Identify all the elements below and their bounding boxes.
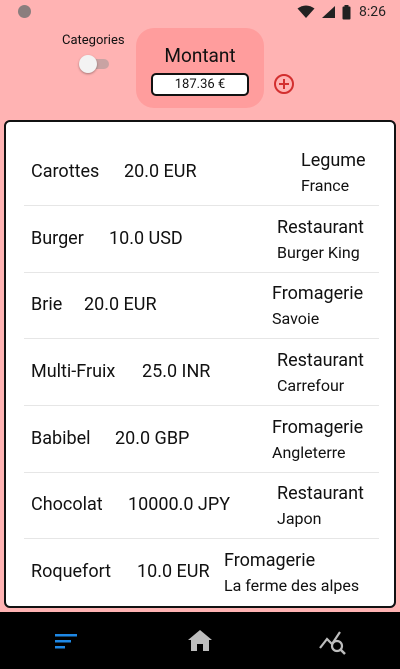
transaction-place: Angleterre <box>272 443 346 462</box>
nav-home-button[interactable] <box>185 626 215 656</box>
transaction-name: Brie <box>31 294 63 315</box>
app-dot-icon <box>18 5 31 18</box>
transaction-place: Carrefour <box>277 376 345 395</box>
transaction-name: Multi-Fruix <box>31 361 116 382</box>
transaction-category: Restaurant <box>277 217 364 238</box>
transaction-name: Roquefort <box>31 561 112 582</box>
chart-search-icon <box>319 631 346 655</box>
transaction-category: Restaurant <box>277 350 364 371</box>
list-item[interactable]: Burger 10.0 USD Restaurant Burger King <box>24 206 379 273</box>
list-item[interactable]: Multi-Fruix 25.0 INR Restaurant Carrefou… <box>24 339 379 406</box>
categories-toggle[interactable] <box>79 54 109 74</box>
transaction-place: Savoie <box>272 309 320 328</box>
transaction-name: Burger <box>31 228 84 249</box>
categories-control: Categories <box>62 33 137 73</box>
montant-title: Montant <box>164 44 236 67</box>
transaction-category: Fromagerie <box>272 283 364 304</box>
plus-circle-icon <box>274 74 294 94</box>
bottom-navigation <box>0 612 400 669</box>
transaction-name: Carottes <box>31 161 100 182</box>
add-button[interactable] <box>273 73 295 95</box>
list-item[interactable]: Brie 20.0 EUR Fromagerie Savoie <box>24 272 379 339</box>
transaction-name: Chocolat <box>31 494 103 515</box>
list-item[interactable]: Babibel 20.0 GBP Fromagerie Angleterre <box>24 406 379 473</box>
transaction-amount: 20.0 EUR <box>84 294 157 315</box>
list-item[interactable]: Carottes 20.0 EUR Legume France <box>24 139 379 206</box>
transactions-list[interactable]: Carottes 20.0 EUR Legume France Burger 1… <box>4 120 396 608</box>
transaction-place: Burger King <box>277 243 360 262</box>
transaction-amount: 10.0 EUR <box>137 561 210 582</box>
list-icon <box>55 634 77 649</box>
categories-label: Categories <box>62 33 125 48</box>
transaction-category: Legume <box>301 150 366 171</box>
transaction-amount: 20.0 GBP <box>115 428 190 449</box>
transaction-place: Japon <box>277 509 322 528</box>
battery-icon <box>342 4 351 19</box>
transaction-category: Restaurant <box>277 483 364 504</box>
wifi-icon <box>297 5 315 18</box>
toggle-thumb <box>79 55 97 73</box>
montant-value: 187.36 € <box>151 73 249 96</box>
signal-icon <box>322 6 335 18</box>
nav-chart-button[interactable] <box>318 626 348 656</box>
transaction-category: Fromagerie <box>272 417 364 438</box>
home-icon <box>188 630 212 651</box>
transaction-amount: 20.0 EUR <box>124 161 197 182</box>
status-time: 8:26 <box>359 4 386 20</box>
status-icons: 8:26 <box>297 2 386 22</box>
transaction-amount: 25.0 INR <box>142 361 211 382</box>
transaction-amount: 10000.0 JPY <box>128 494 231 515</box>
status-bar: 8:26 <box>0 0 400 24</box>
list-item[interactable]: Roquefort 10.0 EUR Fromagerie La ferme d… <box>24 539 379 605</box>
list-item[interactable]: Chocolat 10000.0 JPY Restaurant Japon <box>24 472 379 539</box>
transaction-category: Fromagerie <box>224 550 316 571</box>
transaction-name: Babibel <box>31 428 91 449</box>
nav-list-button[interactable] <box>52 626 82 656</box>
transaction-place: La ferme des alpes <box>224 576 360 595</box>
montant-card: Montant 187.36 € <box>136 28 264 108</box>
transaction-amount: 10.0 USD <box>109 228 183 249</box>
transaction-place: France <box>301 176 350 195</box>
